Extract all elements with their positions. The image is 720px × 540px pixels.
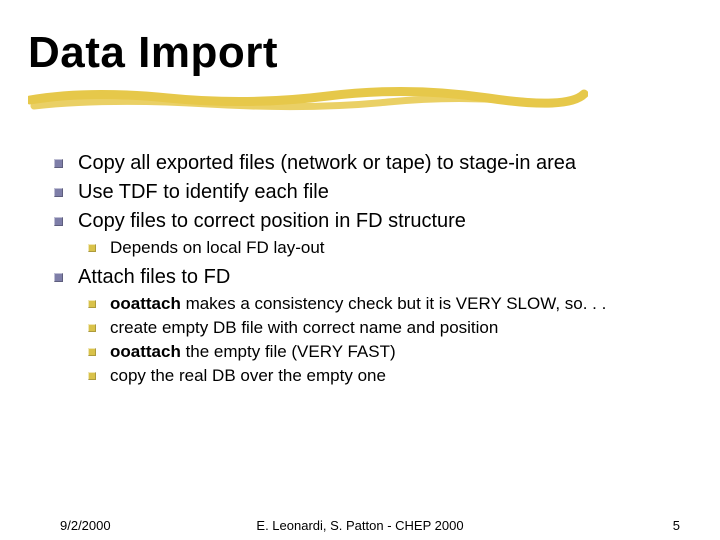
sub-bullet-item: ooattach makes a consistency check but i… <box>88 293 674 316</box>
sub-bullet-item: ooattach the empty file (VERY FAST) <box>88 341 674 364</box>
sub-bullet-list: Depends on local FD lay-out <box>78 237 674 260</box>
slide-body: Copy all exported files (network or tape… <box>54 150 674 392</box>
title-underline <box>28 86 688 114</box>
sub-bullet-item: create empty DB file with correct name a… <box>88 317 674 340</box>
bullet-item: Use TDF to identify each file <box>54 179 674 206</box>
bullet-item: Attach files to FD ooattach makes a cons… <box>54 264 674 388</box>
sub-bullet-item: Depends on local FD lay-out <box>88 237 674 260</box>
footer-page: 5 <box>673 518 680 533</box>
slide-title: Data Import <box>28 30 688 76</box>
title-block: Data Import <box>28 30 688 114</box>
bullet-list: Copy all exported files (network or tape… <box>54 150 674 388</box>
bullet-text: Copy files to correct position in FD str… <box>78 210 466 232</box>
keyword: ooattach <box>110 294 181 313</box>
bullet-text: Copy all exported files (network or tape… <box>78 152 576 174</box>
footer-center: E. Leonardi, S. Patton - CHEP 2000 <box>0 518 720 533</box>
bullet-item: Copy files to correct position in FD str… <box>54 208 674 260</box>
sub-bullet-text: copy the real DB over the empty one <box>110 366 386 385</box>
sub-bullet-list: ooattach makes a consistency check but i… <box>78 293 674 388</box>
sub-bullet-text: makes a consistency check but it is VERY… <box>181 294 607 313</box>
bullet-item: Copy all exported files (network or tape… <box>54 150 674 177</box>
keyword: ooattach <box>110 342 181 361</box>
sub-bullet-text: Depends on local FD lay-out <box>110 238 325 257</box>
sub-bullet-text: create empty DB file with correct name a… <box>110 318 498 337</box>
slide: Data Import Copy all exported files (net… <box>0 0 720 540</box>
sub-bullet-item: copy the real DB over the empty one <box>88 365 674 388</box>
bullet-text: Use TDF to identify each file <box>78 181 329 203</box>
sub-bullet-text: the empty file (VERY FAST) <box>181 342 396 361</box>
bullet-text: Attach files to FD <box>78 266 230 288</box>
